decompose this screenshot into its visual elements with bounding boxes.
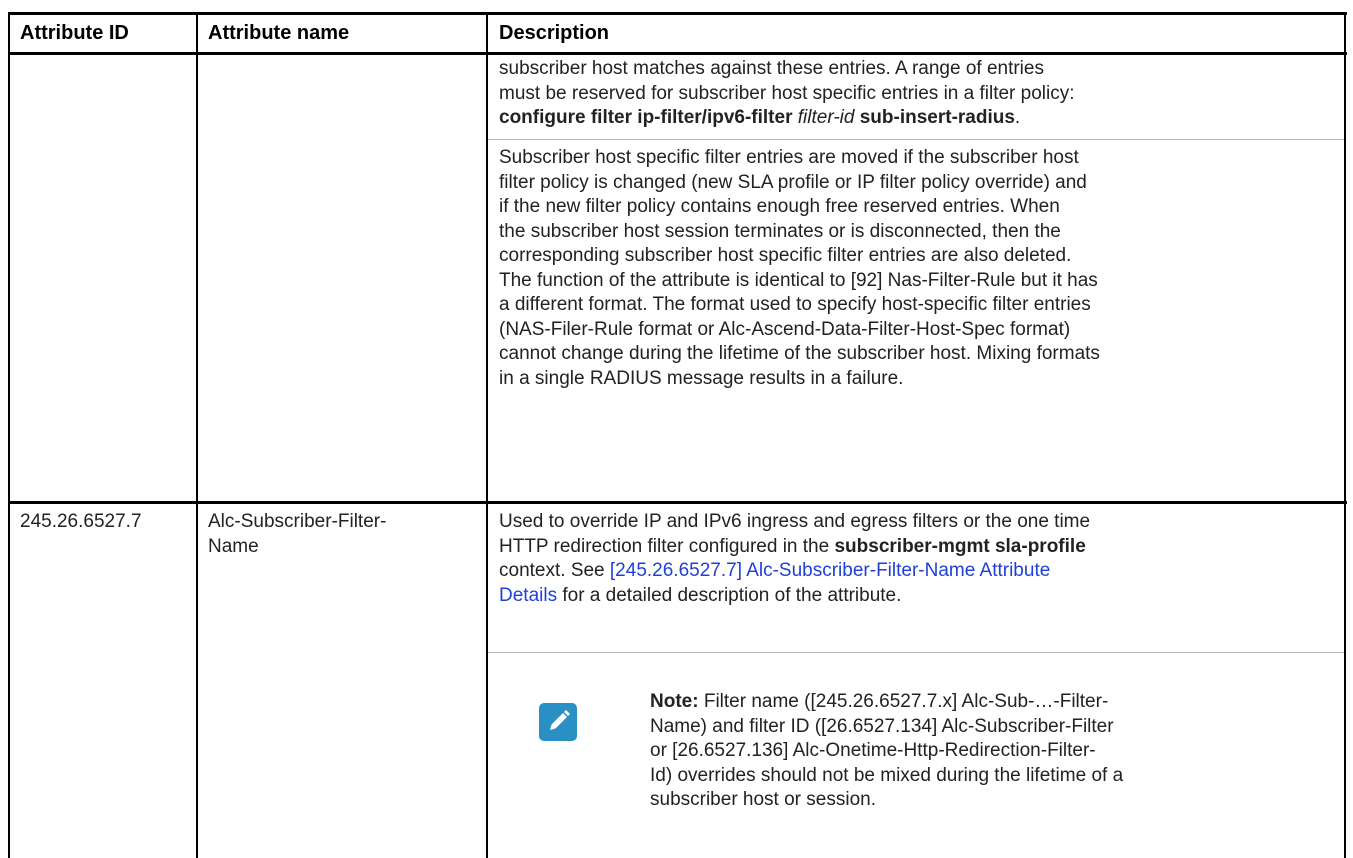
row1-p2-line: corresponding subscriber host specific f… — [499, 245, 1072, 266]
row2-desc-line4-text: for a detailed description of the attrib… — [562, 584, 902, 606]
attribute-details-link[interactable]: [245.26.6527.7] Alc-Subscriber-Filter-Na… — [610, 560, 1050, 581]
row1-command-line: configure filter ip-filter/ipv6-filter f… — [499, 106, 1339, 131]
attribute-table: Attribute ID Attribute name Description … — [8, 12, 1347, 858]
row2-attribute-name: Alc-Subscriber-Filter- Name — [208, 510, 478, 559]
table-left-border — [8, 12, 10, 858]
note-line: Name) and filter ID ([26.6527.134] Alc-S… — [650, 715, 1114, 737]
row1-command: configure filter ip-filter/ipv6-filter — [499, 107, 793, 128]
table-top-border — [8, 12, 1347, 15]
row2-desc-line2-text: HTTP redirection filter configured in th… — [499, 535, 830, 557]
header-attribute-id: Attribute ID — [20, 22, 129, 44]
row2-description: Used to override IP and IPv6 ingress and… — [499, 510, 1339, 608]
note-line: Id) overrides should not be mixed during… — [650, 764, 1124, 786]
row1-command-2: sub-insert-radius — [859, 107, 1015, 128]
note-line: or [26.6527.136] Alc-Onetime-Http-Redire… — [650, 740, 1096, 761]
description-note-divider — [488, 652, 1344, 653]
row1-p2-line: if the new filter policy contains enough… — [499, 196, 1060, 217]
row1-description-para2: Subscriber host specific filter entries … — [499, 146, 1339, 391]
row2-desc-line3: context. See [245.26.6527.7] Alc-Subscri… — [499, 559, 1339, 584]
row1-p2-line: cannot change during the lifetime of the… — [499, 343, 1100, 364]
note-line: subscriber host or session. — [650, 789, 876, 810]
table-right-border — [1344, 12, 1346, 858]
row1-p2-line: in a single RADIUS message results in a … — [499, 367, 904, 389]
row2-desc-line2: HTTP redirection filter configured in th… — [499, 535, 1339, 560]
row-divider — [8, 501, 1347, 504]
col-divider-1 — [196, 12, 198, 858]
row1-p2-line: the subscriber host session terminates o… — [499, 220, 1061, 242]
row2-name-line2: Name — [208, 535, 259, 557]
row1-p2-line: (NAS-Filer-Rule format or Alc-Ascend-Dat… — [499, 318, 1071, 340]
row1-line1: subscriber host matches against these en… — [499, 58, 1044, 79]
description-paragraph-divider — [488, 139, 1344, 140]
note-line1: Note: Filter name ([245.26.6527.7.x] Alc… — [650, 690, 1210, 715]
note-body: Note: Filter name ([245.26.6527.7.x] Alc… — [650, 690, 1210, 813]
pencil-glyph — [550, 710, 570, 730]
row2-name-line1: Alc-Subscriber-Filter- — [208, 511, 387, 532]
row2-desc-context: subscriber-mgmt sla-profile — [834, 535, 1086, 557]
attribute-details-link-cont[interactable]: Details — [499, 585, 557, 606]
row1-description: subscriber host matches against these en… — [499, 57, 1339, 131]
row1-p2-line: Subscriber host specific filter entries … — [499, 147, 1079, 168]
note-pencil-icon — [539, 703, 577, 741]
row1-line2: must be reserved for subscriber host spe… — [499, 82, 1075, 104]
row2-desc-line1: Used to override IP and IPv6 ingress and… — [499, 511, 1091, 532]
note-label: Note: — [650, 691, 699, 712]
header-attribute-name: Attribute name — [208, 22, 350, 44]
row2-desc-line4: Details for a detailed description of th… — [499, 584, 1339, 609]
row1-p2-line: filter policy is changed (new SLA profil… — [499, 171, 1087, 193]
row1-p2-line: a different format. The format used to s… — [499, 294, 1091, 315]
row1-command-var: filter-id — [797, 107, 855, 128]
header-description: Description — [499, 22, 610, 44]
row2-desc-line3-text: context. See — [499, 560, 605, 581]
note-line1-text: Filter name ([245.26.6527.7.x] Alc-Sub-…… — [703, 691, 1109, 712]
row1-p2-line: The function of the attribute is identic… — [499, 269, 1098, 291]
row1-period: . — [1014, 107, 1021, 128]
row2-attribute-id: 245.26.6527.7 — [20, 511, 142, 532]
header-bottom-border — [8, 52, 1347, 55]
